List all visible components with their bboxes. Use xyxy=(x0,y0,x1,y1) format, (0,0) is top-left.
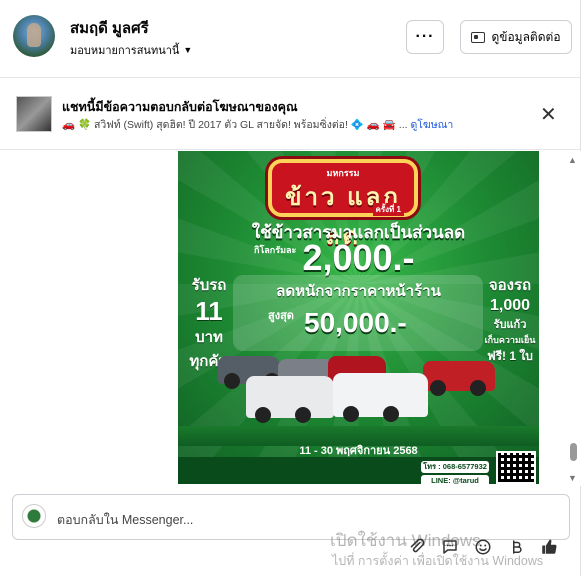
car-image xyxy=(333,373,428,422)
view-contact-button[interactable]: ดูข้อมูลติดต่อ xyxy=(460,20,572,54)
saved-replies-icon[interactable] xyxy=(441,538,459,556)
poster-right-1: จองรถ xyxy=(488,277,532,294)
poster-right-2: 1,000 xyxy=(489,297,531,314)
scroll-up-arrow-icon[interactable]: ▲ xyxy=(568,155,577,165)
poster-left-1: รับรถ xyxy=(191,277,227,294)
avatar[interactable] xyxy=(13,15,55,57)
more-options-button[interactable]: ··· xyxy=(406,20,444,54)
contact-name[interactable]: สมฤดี มูลศรี xyxy=(70,16,149,40)
poster-line-id: LINE: @tarud xyxy=(421,475,489,484)
ad-image-message[interactable]: มหกรรม ข้าว แลก ลด ครั้งที่ 1 ใช้ข้าวสาร… xyxy=(178,151,539,484)
poster-phone: โทร : 068-6577932 xyxy=(421,461,489,473)
caret-down-icon: ▼ xyxy=(183,45,193,55)
baht-currency-icon[interactable] xyxy=(507,538,525,556)
poster-left-3: บาท xyxy=(195,329,223,346)
qr-code-icon xyxy=(496,451,536,484)
poster-max-value: 50,000.- xyxy=(304,307,407,338)
poster-right-offer: จองรถ 1,000 รับแก้ว เก็บความเย็น ฟรี! 1 … xyxy=(482,273,538,366)
ad-snippet: 🚗 🍀 สวิฟท์ (Swift) สุดฮิต! ปี 2017 ตัว G… xyxy=(62,119,408,131)
messenger-conversation: สมฤดี มูลศรี มอบหมายการสนทนานี้ ▼ ··· ดู… xyxy=(0,0,581,576)
page-avatar-icon xyxy=(22,504,46,528)
ad-banner-title: แชทนี้มีข้อความตอบกลับต่อโฆษณาของคุณ xyxy=(62,100,298,114)
thumbs-up-icon[interactable] xyxy=(540,538,558,556)
scrollbar-thumb[interactable] xyxy=(570,443,577,461)
view-ad-link[interactable]: ดูโฆษณา xyxy=(410,119,453,131)
ad-banner-text: 🚗 🍀 สวิฟท์ (Swift) สุดฮิต! ปี 2017 ตัว G… xyxy=(62,116,453,133)
ad-thumbnail[interactable] xyxy=(16,96,52,132)
poster-right-3: รับแก้ว xyxy=(493,319,527,331)
reply-composer[interactable]: ตอบกลับใน Messenger... xyxy=(12,494,570,540)
car-image xyxy=(423,361,495,396)
poster-left-2: 11 xyxy=(195,296,223,326)
poster-sign-sub: ครั้งที่ 1 xyxy=(372,203,404,216)
composer-toolbar xyxy=(408,538,558,556)
conversation-header: สมฤดี มูลศรี มอบหมายการสนทนานี้ ▼ ··· ดู… xyxy=(0,0,581,78)
message-thread[interactable]: ▲ ▼ มหกรรม ข้าว แลก ลด ครั้งที่ 1 ใช้ข้า… xyxy=(0,151,581,486)
close-icon[interactable]: ✕ xyxy=(540,102,557,127)
assign-label: มอบหมายการสนทนานี้ xyxy=(70,45,180,57)
contact-card-icon xyxy=(471,31,486,43)
emoji-icon[interactable] xyxy=(474,538,492,556)
view-contact-label: ดูข้อมูลติดต่อ xyxy=(491,29,561,44)
assign-conversation[interactable]: มอบหมายการสนทนานี้ ▼ xyxy=(70,41,192,59)
poster-max-label: สูงสุด xyxy=(268,310,294,322)
poster-right-4: เก็บความเย็น xyxy=(484,335,536,345)
paperclip-icon[interactable] xyxy=(408,538,426,556)
reply-input[interactable]: ตอบกลับใน Messenger... xyxy=(57,510,193,530)
scroll-down-arrow-icon[interactable]: ▼ xyxy=(568,473,577,483)
poster-event-sign: มหกรรม ข้าว แลก ลด ครั้งที่ 1 xyxy=(268,159,418,250)
car-image xyxy=(246,376,334,423)
ad-reply-banner: แชทนี้มีข้อความตอบกลับต่อโฆษณาของคุณ 🚗 🍀… xyxy=(0,79,581,150)
